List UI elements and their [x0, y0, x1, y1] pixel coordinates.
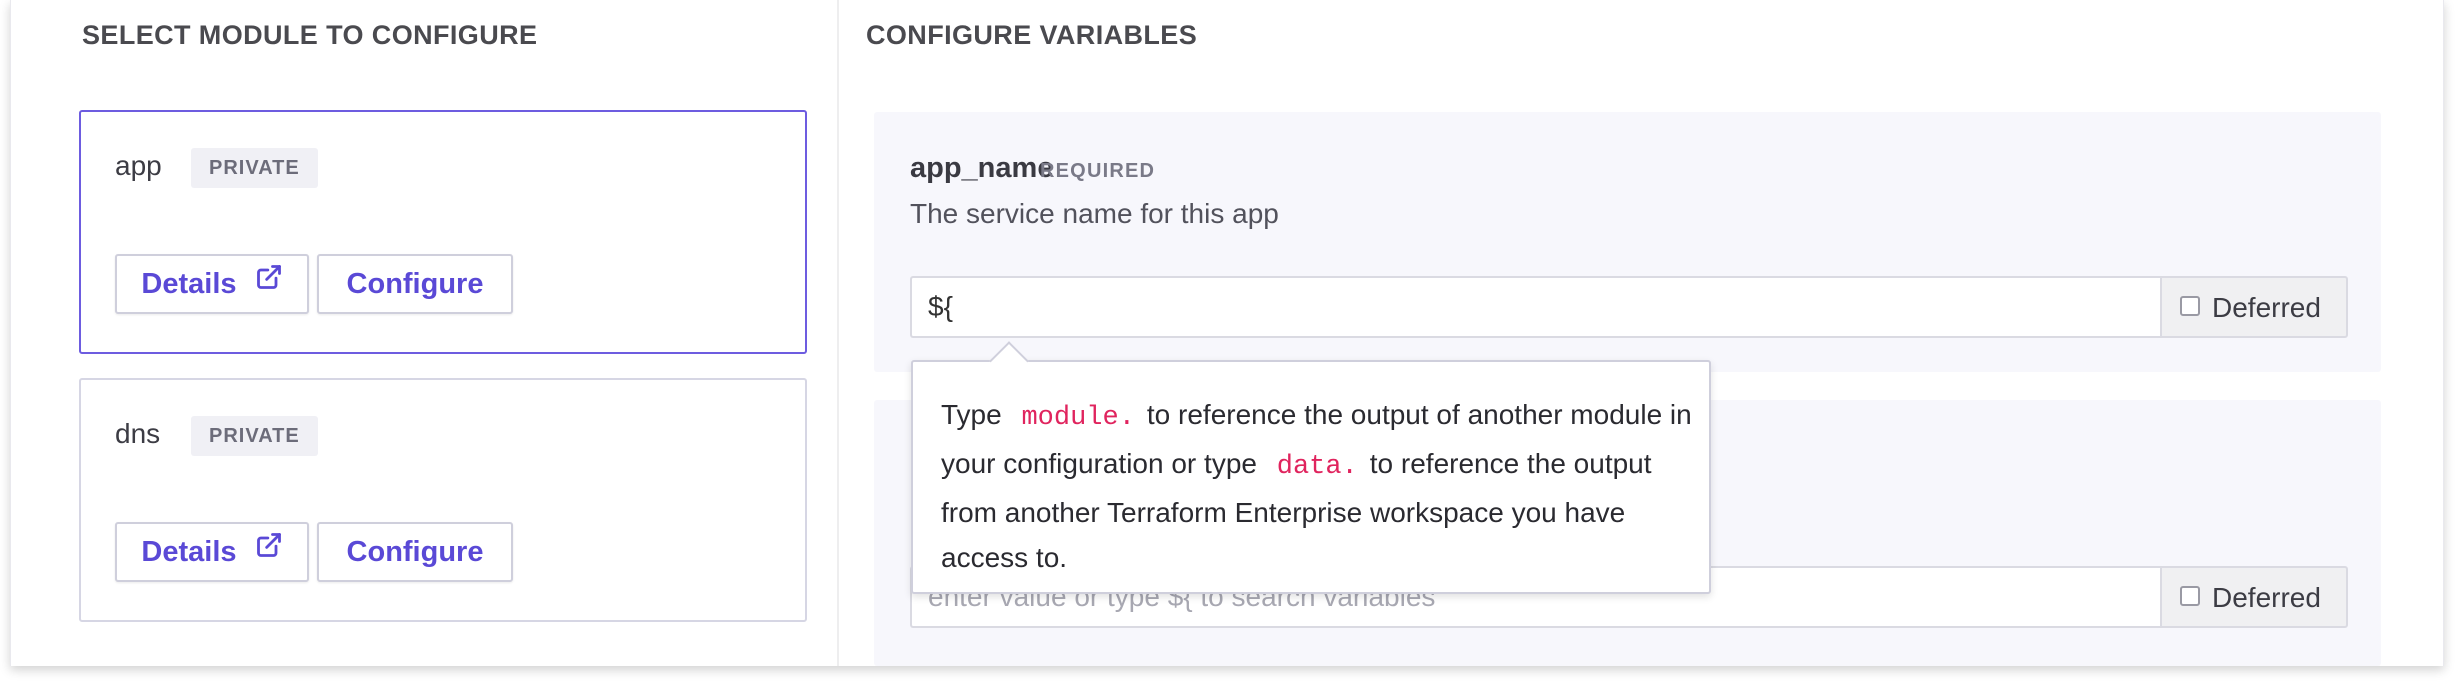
variable-value-input[interactable]: [910, 276, 2160, 338]
variable-reference-tooltip: Type module. to reference the output of a…: [911, 341, 1711, 594]
details-button[interactable]: Details: [115, 522, 309, 582]
module-card-app[interactable]: app PRIVATE Details Configure: [79, 110, 807, 354]
external-link-icon: [255, 522, 283, 578]
module-name: dns: [115, 418, 161, 449]
checkbox-icon[interactable]: [2180, 586, 2200, 606]
select-module-title: SELECT MODULE TO CONFIGURE: [82, 20, 538, 50]
private-badge: PRIVATE: [191, 416, 318, 456]
tooltip-type-word: Type: [941, 399, 1002, 430]
configure-variables-title: CONFIGURE VARIABLES: [866, 20, 1198, 50]
deferred-toggle[interactable]: Deferred: [2160, 566, 2348, 628]
data-code: data.: [1276, 452, 1358, 482]
configure-button[interactable]: Configure: [317, 522, 513, 582]
variable-description: The service name for this app: [910, 198, 1279, 229]
configure-workspace-frame: SELECT MODULE TO CONFIGURE app PRIVATE D…: [10, 0, 2444, 666]
required-badge: REQUIRED: [1040, 160, 1156, 182]
private-badge: PRIVATE: [191, 148, 318, 188]
variable-card-app-name: app_name REQUIRED The service name for t…: [874, 112, 2381, 372]
configure-button[interactable]: Configure: [317, 254, 513, 314]
details-label: Details: [141, 268, 237, 300]
deferred-label: Deferred: [2212, 292, 2321, 323]
module-code: module.: [1021, 403, 1135, 433]
tooltip-text: Type module. to reference the output of a…: [941, 392, 1701, 580]
variable-name: app_name: [910, 152, 1054, 184]
checkbox-icon[interactable]: [2180, 296, 2200, 316]
details-button[interactable]: Details: [115, 254, 309, 314]
details-label: Details: [141, 536, 237, 568]
deferred-label: Deferred: [2212, 582, 2321, 613]
external-link-icon: [255, 254, 283, 310]
module-card-dns[interactable]: dns PRIVATE Details Configure: [79, 378, 807, 622]
panel-divider: [837, 0, 839, 666]
module-name: app: [115, 150, 162, 181]
deferred-toggle[interactable]: Deferred: [2160, 276, 2348, 338]
